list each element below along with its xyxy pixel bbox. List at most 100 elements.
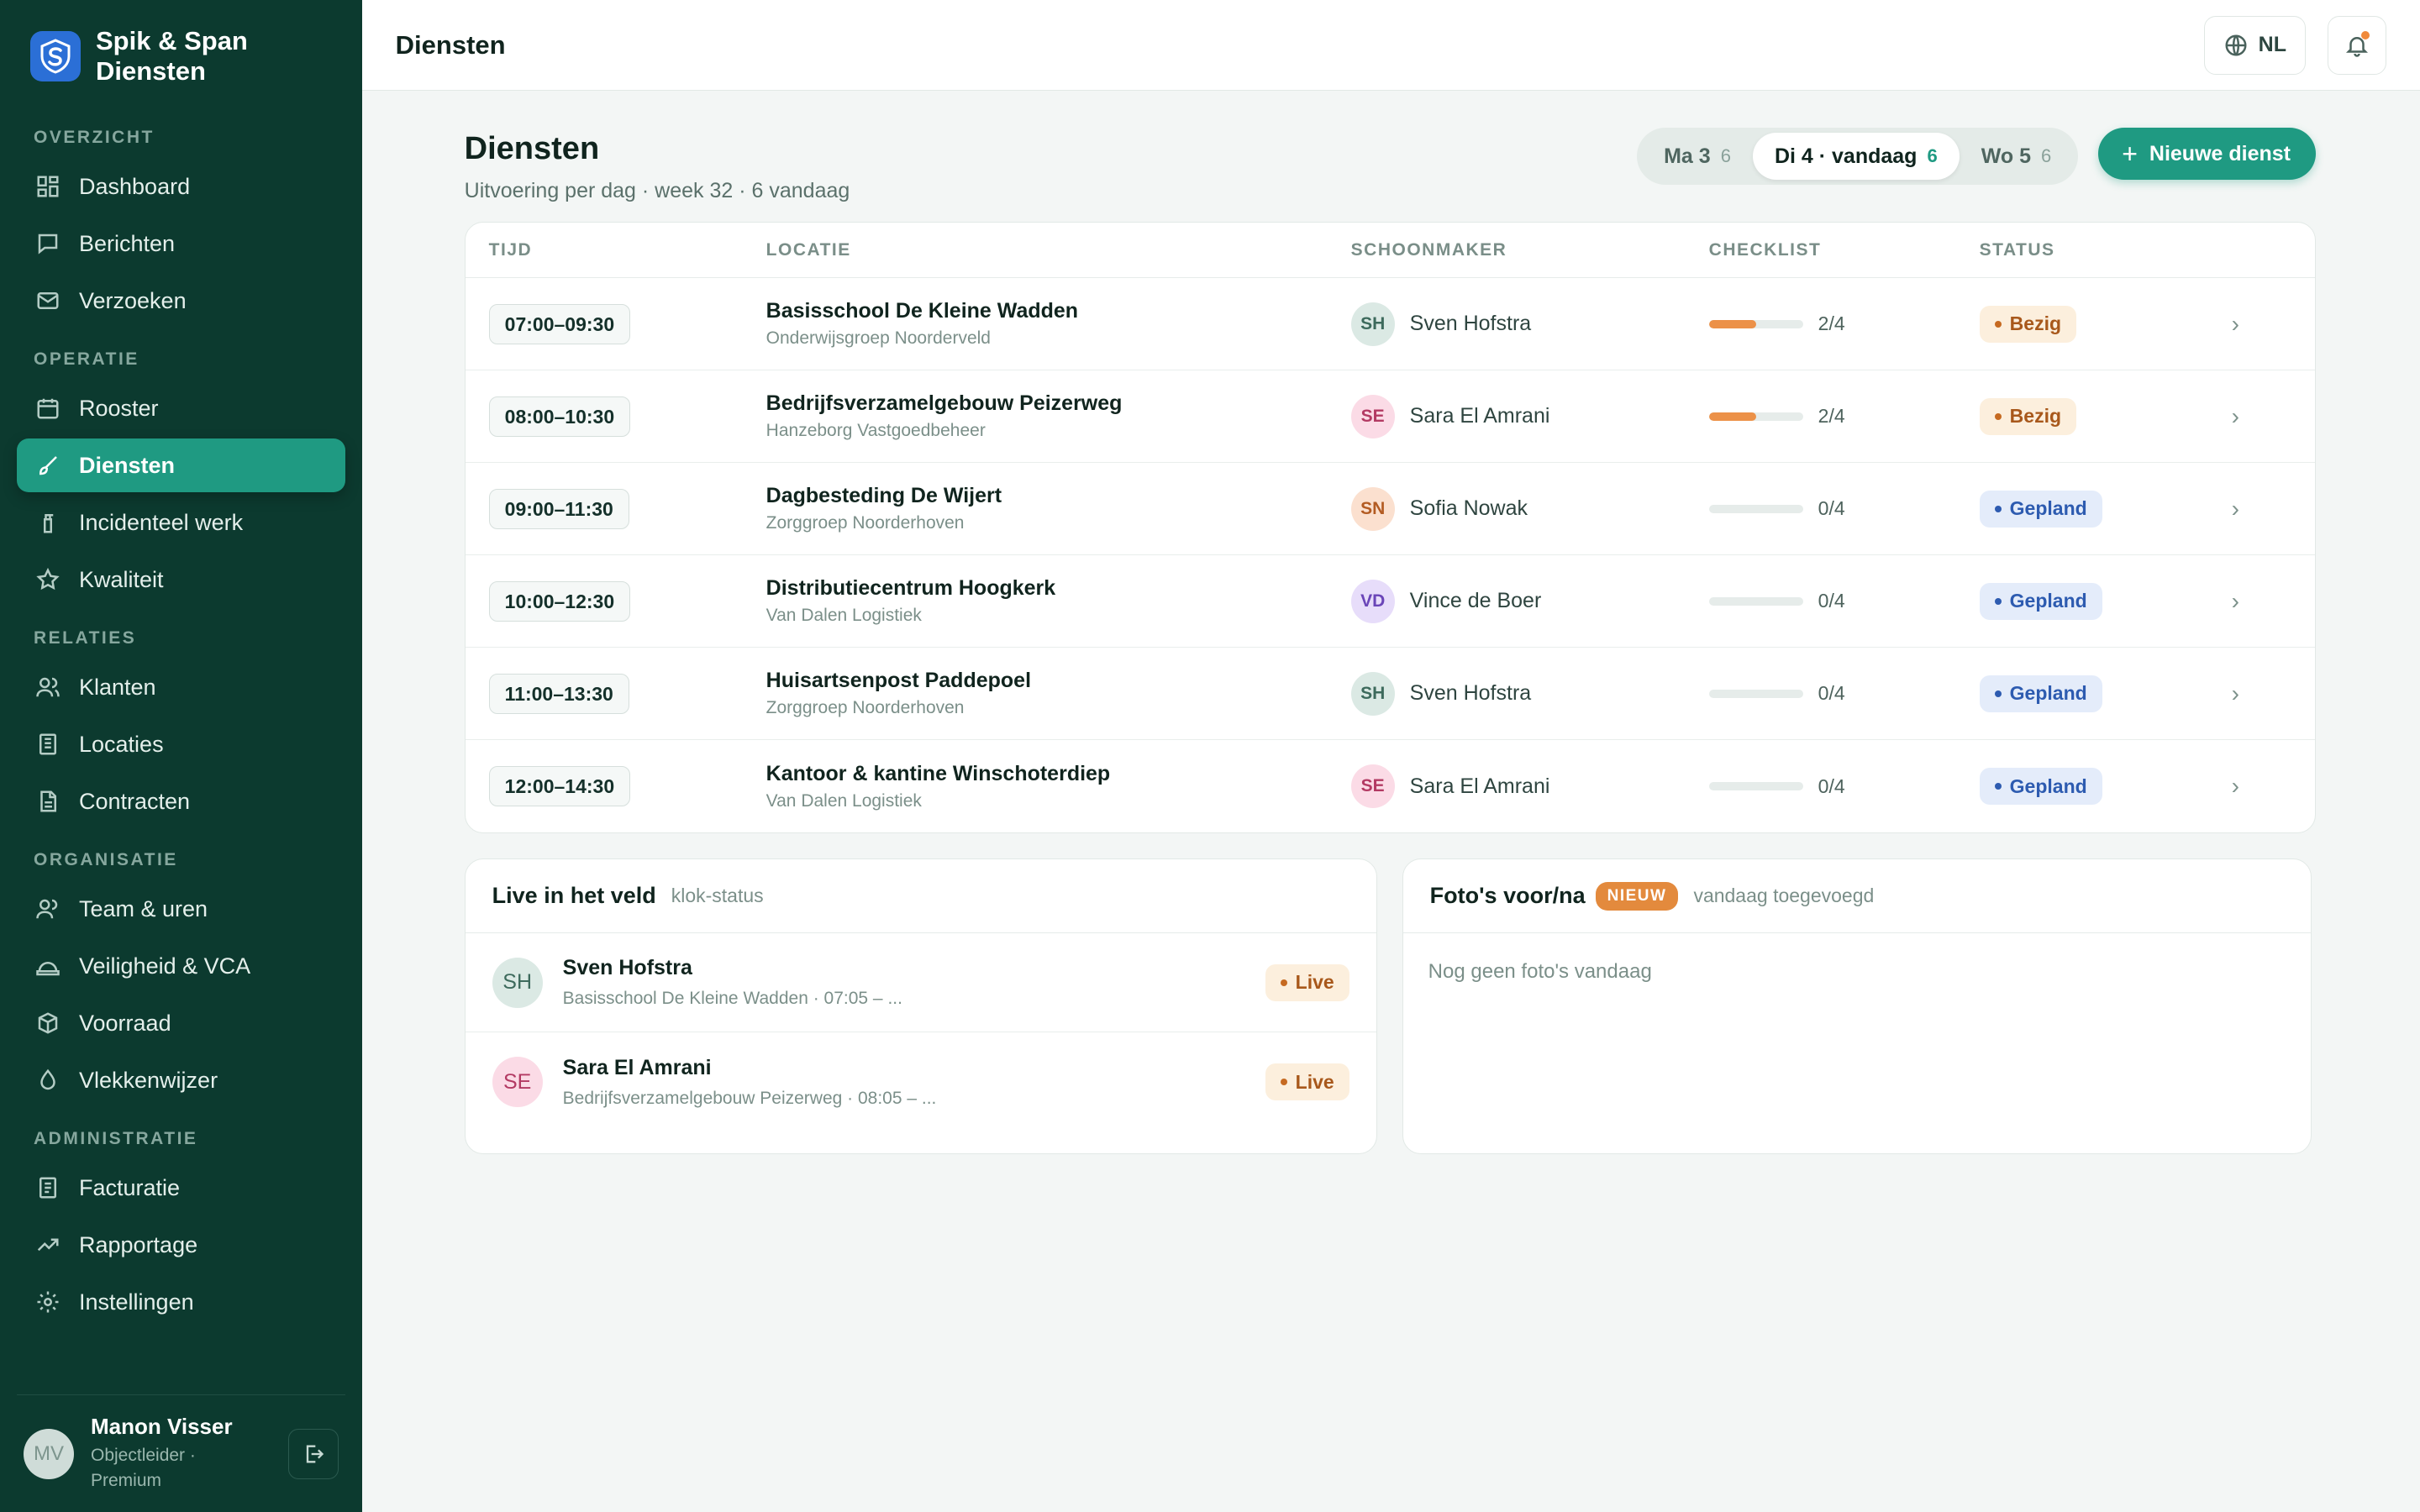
day-tab-label: Di 4 · vandaag (1774, 144, 1918, 168)
nav-section-title: RELATIES (34, 628, 137, 648)
live-item[interactable]: SE Sara El Amrani Bedrijfsverzamelgebouw… (466, 1032, 1376, 1131)
sidebar-item-klanten[interactable]: Klanten (17, 660, 345, 714)
sidebar-item-dashboard[interactable]: Dashboard (17, 160, 345, 213)
cleaner-cell: SH Sven Hofstra (1350, 302, 1709, 346)
trend-icon (35, 1232, 60, 1257)
chevron-right-icon[interactable]: › (2232, 311, 2239, 337)
status-badge: Bezig (1979, 397, 2077, 435)
chevron-right-icon[interactable]: › (2232, 403, 2239, 429)
checklist-progress-bar (1708, 412, 1803, 421)
day-tab-count: 6 (1927, 145, 1938, 166)
cleaner-cell: SE Sara El Amrani (1350, 394, 1709, 438)
notifications-button[interactable] (2328, 15, 2386, 75)
brush-icon (35, 453, 60, 478)
avatar[interactable]: MV (24, 1428, 74, 1479)
status-badge: Gepland (1979, 768, 2102, 805)
language-label: NL (2258, 33, 2286, 56)
sidebar-item-label: Instellingen (79, 1289, 194, 1315)
chevron-right-icon[interactable]: › (2232, 496, 2239, 522)
sidebar-item-kwaliteit[interactable]: Kwaliteit (17, 553, 345, 606)
table-row[interactable]: 10:00–12:30 Distributiecentrum Hoogkerk … (465, 555, 2315, 648)
checklist-count: 2/4 (1818, 312, 1845, 334)
sidebar-item-label: Dashboard (79, 173, 191, 199)
sidebar-item-label: Diensten (79, 452, 176, 478)
time-range: 11:00–13:30 (488, 673, 629, 714)
table-row[interactable]: 08:00–10:30 Bedrijfsverzamelgebouw Peize… (465, 370, 2315, 463)
location-name: Huisartsenpost Paddepoel (765, 669, 1032, 692)
chevron-right-icon[interactable]: › (2232, 680, 2239, 706)
avatar: SN (1350, 486, 1395, 531)
sidebar-item-incidenteel-werk[interactable]: Incidenteel werk (17, 496, 345, 549)
calendar-icon (35, 396, 60, 421)
document-icon (35, 789, 60, 814)
photos-panel: Foto's voor/na NIEUW vandaag toegevoegd … (1402, 858, 2312, 1154)
chevron-right-icon[interactable]: › (2232, 588, 2239, 614)
spray-bottle-icon (35, 510, 60, 535)
day-tab[interactable]: Di 4 · vandaag 6 (1752, 133, 1960, 180)
avatar: SH (1350, 302, 1395, 346)
location-cell: Dagbesteding De Wijert Zorggroep Noorder… (766, 484, 1351, 533)
avatar: VD (1350, 579, 1395, 623)
sidebar-item-team-uren[interactable]: Team & uren (17, 882, 345, 936)
sidebar-item-diensten[interactable]: Diensten (17, 438, 345, 492)
cleaner-cell: SN Sofia Nowak (1350, 486, 1709, 531)
checklist-cell: 0/4 (1708, 774, 1980, 798)
sidebar-item-instellingen[interactable]: Instellingen (17, 1275, 345, 1329)
live-panel-title: Live in het veld (492, 883, 656, 908)
checklist-cell: 0/4 (1708, 682, 1980, 705)
day-tab[interactable]: Ma 3 6 (1642, 133, 1753, 180)
checklist-count: 0/4 (1818, 497, 1845, 519)
day-tab-count: 6 (1720, 145, 1731, 166)
cleaner-name: Sara El Amrani (1409, 404, 1550, 428)
logout-button[interactable] (287, 1428, 339, 1479)
checklist-cell: 0/4 (1708, 590, 1980, 612)
sidebar-item-rapportage[interactable]: Rapportage (17, 1218, 345, 1272)
brand[interactable]: Spik & Span Diensten (0, 0, 362, 86)
language-button[interactable]: NL (2203, 15, 2306, 75)
location-name: Distributiecentrum Hoogkerk (765, 576, 1056, 600)
sidebar-item-contracten[interactable]: Contracten (17, 774, 345, 828)
cleaner-cell: SH Sven Hofstra (1350, 671, 1709, 716)
location-cell: Bedrijfsverzamelgebouw Peizerweg Hanzebo… (766, 391, 1351, 441)
live-item[interactable]: SH Sven Hofstra Basisschool De Kleine Wa… (465, 933, 1376, 1032)
avatar: SH (1350, 671, 1395, 716)
sidebar-item-facturatie[interactable]: Facturatie (17, 1161, 345, 1215)
table-row[interactable]: 11:00–13:30 Huisartsenpost Paddepoel Zor… (465, 648, 2315, 740)
sidebar-item-berichten[interactable]: Berichten (17, 217, 345, 270)
sidebar-item-verzoeken[interactable]: Verzoeken (17, 274, 345, 328)
photos-panel-subtitle: vandaag toegevoegd (1693, 885, 1875, 906)
live-name: Sven Hofstra (562, 956, 692, 979)
box-icon (35, 1011, 60, 1036)
new-shift-button[interactable]: + Nieuwe dienst (2098, 128, 2316, 180)
sidebar-item-label: Voorraad (79, 1010, 171, 1036)
nav-section-title: ORGANISATIE (34, 850, 178, 869)
sidebar-item-locaties[interactable]: Locaties (17, 717, 345, 771)
chevron-right-icon[interactable]: › (2232, 773, 2239, 799)
nav-section-title: OVERZICHT (34, 128, 155, 147)
checklist-progress-bar (1708, 319, 1803, 328)
sidebar-item-label: Contracten (79, 788, 191, 814)
sidebar-item-rooster[interactable]: Rooster (17, 381, 345, 435)
location-org: Hanzeborg Vastgoedbeheer (765, 421, 986, 440)
sidebar-item-voorraad[interactable]: Voorraad (17, 996, 345, 1050)
day-tab[interactable]: Wo 5 6 (1960, 133, 2074, 180)
live-detail: Basisschool De Kleine Wadden · 07:05 – .… (562, 989, 902, 1008)
table-row[interactable]: 12:00–14:30 Kantoor & kantine Winschoter… (466, 740, 2315, 832)
helmet-icon (35, 953, 60, 979)
page-subtitle: Uitvoering per dag · week 32 · 6 vandaag (464, 179, 850, 202)
location-org: Van Dalen Logistiek (765, 606, 922, 625)
checklist-count: 0/4 (1818, 774, 1845, 797)
checklist-count: 2/4 (1818, 405, 1845, 427)
live-detail: Bedrijfsverzamelgebouw Peizerweg · 08:05… (562, 1088, 937, 1108)
header-status: STATUS (1979, 239, 2055, 260)
table-row[interactable]: 07:00–09:30 Basisschool De Kleine Wadden… (465, 278, 2315, 370)
checklist-progress-bar (1708, 504, 1803, 513)
page-header: Diensten Uitvoering per dag · week 32 · … (465, 123, 2316, 222)
sidebar-item-vlekkenwijzer[interactable]: Vlekkenwijzer (17, 1053, 345, 1107)
sidebar-item-veiligheid-vca[interactable]: Veiligheid & VCA (17, 939, 345, 993)
bottom-panels: Live in het veld klok-status SH Sven Hof… (464, 858, 2316, 1154)
table-row[interactable]: 09:00–11:30 Dagbesteding De Wijert Zorgg… (465, 463, 2315, 555)
cleaner-name: Sara El Amrani (1409, 774, 1550, 798)
live-list: SH Sven Hofstra Basisschool De Kleine Wa… (465, 933, 1376, 1131)
sidebar-item-label: Incidenteel werk (79, 509, 244, 535)
